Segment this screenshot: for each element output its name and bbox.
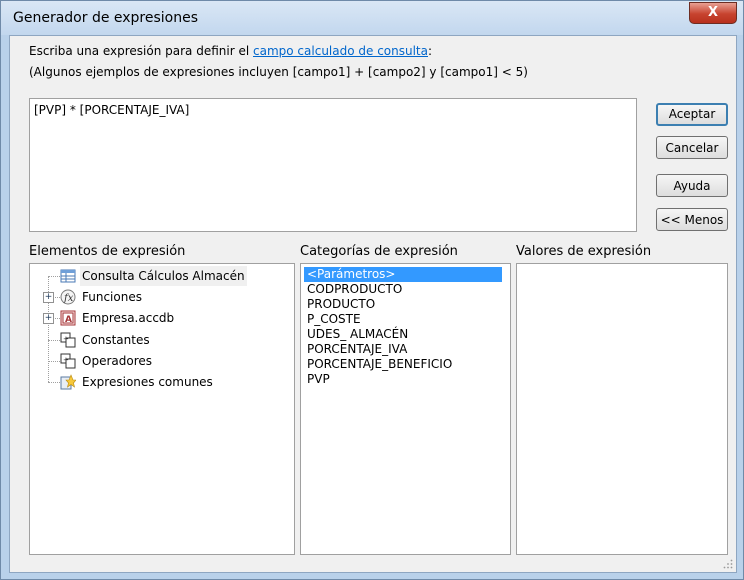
- instruction-line-1: Escriba una expresión para definir el ca…: [29, 44, 432, 58]
- function-icon: fx: [60, 289, 76, 305]
- svg-text:fx: fx: [63, 293, 74, 304]
- close-button[interactable]: X: [689, 2, 737, 24]
- calculated-field-link[interactable]: campo calculado de consulta: [253, 44, 428, 58]
- expand-functions-icon[interactable]: +: [43, 292, 54, 303]
- common-expressions-icon: [60, 374, 76, 390]
- values-label: Valores de expresión: [516, 244, 652, 259]
- dialog-client-area: Escriba una expresión para definir el ca…: [9, 35, 737, 573]
- svg-text:+: +: [63, 335, 69, 343]
- tree-item-label: Empresa.accdb: [82, 311, 175, 325]
- query-icon: [60, 269, 76, 283]
- tree-item-label: Funciones: [82, 290, 142, 304]
- category-item[interactable]: PRODUCTO: [304, 297, 502, 312]
- title-bar[interactable]: Generador de expresiones X: [1, 1, 743, 35]
- tree-connector: [48, 361, 60, 362]
- tree-item-label: Operadores: [82, 354, 152, 368]
- window-title: Generador de expresiones: [13, 10, 199, 26]
- category-item[interactable]: CODPRODUCTO: [304, 282, 502, 297]
- resize-grip-icon[interactable]: [723, 559, 733, 569]
- tree-item-label: Constantes: [82, 333, 150, 347]
- tree-item-label: Expresiones comunes: [82, 375, 213, 389]
- category-item[interactable]: PVP: [304, 372, 502, 387]
- category-item[interactable]: UDES_ ALMACÉN: [304, 327, 502, 342]
- category-item[interactable]: PORCENTAJE_BENEFICIO: [304, 357, 502, 372]
- category-item[interactable]: <Parámetros>: [304, 267, 502, 282]
- instruction-text: Escriba una expresión para definir el: [29, 44, 254, 58]
- less-button[interactable]: << Menos: [656, 208, 728, 231]
- tree-connector: [48, 340, 60, 341]
- help-button[interactable]: Ayuda: [656, 174, 728, 197]
- svg-text:+: +: [63, 356, 69, 364]
- elements-label: Elementos de expresión: [29, 244, 186, 259]
- cancel-button[interactable]: Cancelar: [656, 136, 728, 159]
- operators-icon: +: [60, 353, 76, 369]
- expand-database-icon[interactable]: +: [43, 313, 54, 324]
- accept-button[interactable]: Aceptar: [656, 103, 728, 126]
- expression-values-list[interactable]: [516, 263, 728, 555]
- expression-elements-tree[interactable]: Consulta Cálculos Almacén + fx Funciones…: [29, 263, 295, 555]
- categories-label: Categorías de expresión: [300, 244, 458, 259]
- category-item[interactable]: PORCENTAJE_IVA: [304, 342, 502, 357]
- svg-text:A: A: [65, 315, 72, 325]
- instruction-line-2: (Algunos ejemplos de expresiones incluye…: [29, 65, 528, 79]
- tree-item-label: Consulta Cálculos Almacén: [80, 266, 247, 286]
- category-item[interactable]: P_COSTE: [304, 312, 502, 327]
- expression-categories-list[interactable]: <Parámetros> CODPRODUCTO PRODUCTO P_COST…: [300, 263, 511, 555]
- instruction-colon: :: [428, 44, 433, 58]
- constants-icon: +: [60, 332, 76, 348]
- expression-editor[interactable]: [PVP] * [PORCENTAJE_IVA]: [29, 98, 637, 232]
- expression-text: [PVP] * [PORCENTAJE_IVA]: [34, 103, 190, 117]
- expression-builder-window: Generador de expresiones X Escriba una e…: [0, 0, 744, 580]
- tree-connector: [48, 382, 60, 383]
- tree-connector: [48, 276, 60, 277]
- database-icon: A: [60, 310, 76, 326]
